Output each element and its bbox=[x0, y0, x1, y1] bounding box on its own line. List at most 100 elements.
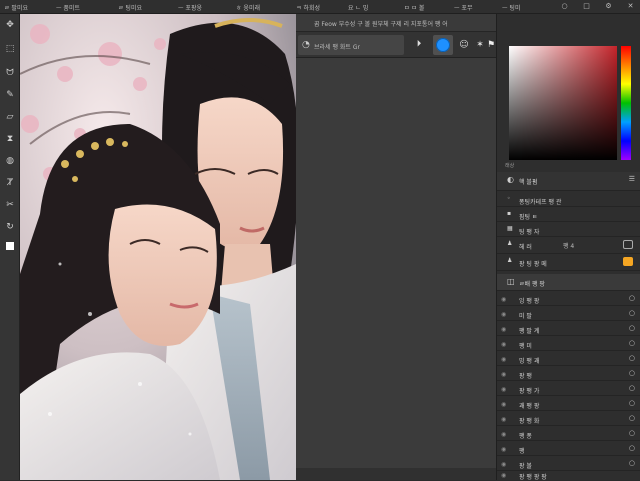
properties-row[interactable]: ♟ 팡 팅 팡 메 bbox=[497, 254, 640, 271]
color-dot-button[interactable] bbox=[433, 35, 453, 55]
menu-item[interactable]: ㅡ 포무 bbox=[454, 3, 472, 12]
layer-item[interactable]: ◉ 팽 미 ○ bbox=[497, 336, 640, 351]
menu-bar: ㄹ 팔미요 ㅡ 품미트 ㄹ 팅미요 ㅡ 포팡웅 ㅎ 웅미래 ㅋ 하회성 요 ㄴ … bbox=[0, 0, 640, 14]
minimize-icon[interactable]: ○ bbox=[560, 2, 569, 11]
circle-icon[interactable]: ○ bbox=[629, 384, 635, 392]
eye-icon[interactable]: ◉ bbox=[501, 341, 506, 348]
lasso-tool-icon[interactable]: ᗢ bbox=[3, 66, 17, 80]
menu-item[interactable]: ㅡ 품미트 bbox=[56, 3, 80, 12]
marquee-tool-icon[interactable]: ⬚ bbox=[3, 42, 17, 56]
flag-icon[interactable]: ⚑ bbox=[486, 35, 496, 55]
menu-item[interactable]: ㅋ 하회성 bbox=[296, 3, 320, 12]
layer-item[interactable]: ◉ 팽 팔 계 ○ bbox=[497, 321, 640, 336]
person-icon: ♟ bbox=[507, 240, 513, 247]
layers-icon: ◫ bbox=[507, 277, 515, 286]
brush-tool-icon[interactable]: ✎ bbox=[3, 88, 17, 102]
blur-tool-icon[interactable]: ◍ bbox=[3, 154, 17, 168]
layer-item[interactable]: ◉ 팡 팽 ○ bbox=[497, 366, 640, 381]
brush-preset-selector[interactable]: ◔ 브라세 팽 화트 Gr bbox=[298, 35, 404, 55]
eraser-tool-icon[interactable]: ▱ bbox=[3, 110, 17, 124]
canvas[interactable] bbox=[20, 14, 296, 480]
brush-bar: ◔ 브라세 팽 화트 Gr ⏵ ☺ ✶ ⚑ bbox=[296, 32, 496, 58]
circle-icon[interactable]: ○ bbox=[629, 399, 635, 407]
menu-item[interactable]: ㅎ 웅미래 bbox=[236, 3, 260, 12]
circle-icon[interactable]: ○ bbox=[629, 429, 635, 437]
panel-menu-icon[interactable]: ☰ bbox=[629, 175, 635, 183]
menu-item[interactable]: ㅁ ㅁ 볼 bbox=[404, 3, 424, 12]
hue-slider[interactable] bbox=[621, 46, 631, 160]
circle-icon[interactable]: ○ bbox=[629, 369, 635, 377]
eye-icon[interactable]: ◉ bbox=[501, 311, 506, 318]
play-icon[interactable]: ⏵ bbox=[412, 37, 426, 51]
eye-icon[interactable]: ◉ bbox=[501, 371, 506, 378]
circle-icon[interactable]: ○ bbox=[629, 309, 635, 317]
menu-item[interactable]: 요 ㄴ 밍 bbox=[348, 3, 368, 12]
artwork-image bbox=[20, 14, 296, 480]
layer-item[interactable]: ◉ 팡 볼 ○ bbox=[497, 456, 640, 471]
options-title: 꿉 Feow 부수성 구 볼 원부체 구제 리 지포통어 팽 어 bbox=[314, 21, 448, 28]
circle-icon[interactable]: ○ bbox=[629, 324, 635, 332]
crop-tool-icon[interactable]: ✂ bbox=[3, 198, 17, 212]
workspace-area bbox=[296, 58, 496, 468]
brush-preset-label: 브라세 팽 화트 Gr bbox=[314, 44, 360, 51]
toggle-box[interactable] bbox=[623, 240, 633, 249]
layer-item[interactable]: ◉ 밍 팽 괘 ○ bbox=[497, 351, 640, 366]
status-bar bbox=[296, 468, 496, 480]
accent-dot-icon bbox=[436, 38, 450, 52]
layer-item[interactable]: ◉ 미 팔 ○ bbox=[497, 306, 640, 321]
eye-icon[interactable]: ◉ bbox=[501, 401, 506, 408]
circle-icon[interactable]: ○ bbox=[629, 339, 635, 347]
eye-icon[interactable]: ◉ bbox=[501, 296, 506, 303]
layer-item[interactable]: ◉ 잉 팽 팡 ○ bbox=[497, 291, 640, 306]
layer-item[interactable]: ◉ 팡 팽 가 ○ bbox=[497, 381, 640, 396]
properties-row[interactable]: ◦ 퐁팅카테프 팽 관 bbox=[497, 192, 640, 207]
brush-icon: ◔ bbox=[302, 40, 310, 50]
badge-icon[interactable] bbox=[623, 257, 633, 266]
smile-icon[interactable]: ☺ bbox=[456, 35, 472, 55]
filter-icon: ◦ bbox=[507, 195, 511, 202]
text-tool-icon[interactable]: Ⱦ bbox=[3, 176, 17, 190]
eye-icon[interactable]: ◉ bbox=[501, 472, 506, 479]
properties-row[interactable]: ▦ 팅 팽 자 bbox=[497, 222, 640, 237]
eye-icon[interactable]: ◉ bbox=[501, 386, 506, 393]
foreground-color-swatch[interactable] bbox=[6, 242, 14, 250]
eye-icon[interactable]: ◉ bbox=[501, 461, 506, 468]
eye-icon[interactable]: ◉ bbox=[501, 446, 506, 453]
circle-icon[interactable]: ○ bbox=[629, 294, 635, 302]
circle-icon[interactable]: ○ bbox=[629, 414, 635, 422]
tool-bar: ✥ ⬚ ᗢ ✎ ▱ ⧗ ◍ Ⱦ ✂ ↻ bbox=[0, 14, 20, 480]
star-icon[interactable]: ✶ bbox=[474, 35, 486, 55]
eye-icon[interactable]: ◉ bbox=[501, 431, 506, 438]
circle-icon[interactable]: ○ bbox=[629, 354, 635, 362]
layer-item[interactable]: ◉ 팽 ○ bbox=[497, 441, 640, 456]
eye-icon[interactable]: ◉ bbox=[501, 356, 506, 363]
menu-item[interactable]: ㅡ 포팡웅 bbox=[178, 3, 202, 12]
circle-icon[interactable]: ○ bbox=[629, 444, 635, 452]
layer-item[interactable]: ◉ 괘 팽 팡 ○ bbox=[497, 396, 640, 411]
color-picker-field[interactable] bbox=[509, 46, 617, 160]
eye-icon[interactable]: ◉ bbox=[501, 326, 506, 333]
maximize-icon[interactable]: □ bbox=[582, 2, 591, 11]
gear-icon[interactable]: ⚙ bbox=[604, 2, 613, 11]
close-icon[interactable]: ✕ bbox=[626, 2, 635, 11]
eye-icon[interactable]: ◉ bbox=[501, 416, 506, 423]
layer-item[interactable]: ◉ 팽 퐁 ○ bbox=[497, 426, 640, 441]
move-tool-icon[interactable]: ✥ bbox=[3, 18, 17, 32]
person-icon: ♟ bbox=[507, 257, 513, 264]
stamp-tool-icon[interactable]: ⧗ bbox=[3, 132, 17, 146]
right-panel: 래상 ◐ 핵 블펌 ☰ ◦ 퐁팅카테프 팽 관 ▪ 핌팅 ㅌ ▦ 팅 팽 자 ♟… bbox=[496, 14, 640, 481]
layer-item[interactable]: ◉ 팡 팽 팡 팡 bbox=[497, 471, 640, 481]
properties-row[interactable]: ▪ 핌팅 ㅌ bbox=[497, 207, 640, 222]
menu-item[interactable]: ㄹ 팅미요 bbox=[118, 3, 142, 12]
adjust-icon: ◐ bbox=[507, 175, 514, 184]
menu-item[interactable]: ㅡ 팅미 bbox=[502, 3, 520, 12]
layer-item[interactable]: ◉ 팡 팽 화 ○ bbox=[497, 411, 640, 426]
circle-icon[interactable]: ○ bbox=[629, 459, 635, 467]
rotate-tool-icon[interactable]: ↻ bbox=[3, 220, 17, 234]
properties-row[interactable]: ♟ 헤 러 팽 4 bbox=[497, 237, 640, 254]
layers-header[interactable]: ◫ ㄹ배 팽 팡 bbox=[497, 274, 640, 291]
properties-header[interactable]: ◐ 핵 블펌 ☰ bbox=[497, 172, 640, 191]
grid-icon: ▦ bbox=[507, 225, 513, 232]
options-bar: 꿉 Feow 부수성 구 볼 원부체 구제 리 지포통어 팽 어 bbox=[296, 14, 496, 32]
menu-item[interactable]: ㄹ 팔미요 bbox=[4, 3, 28, 12]
